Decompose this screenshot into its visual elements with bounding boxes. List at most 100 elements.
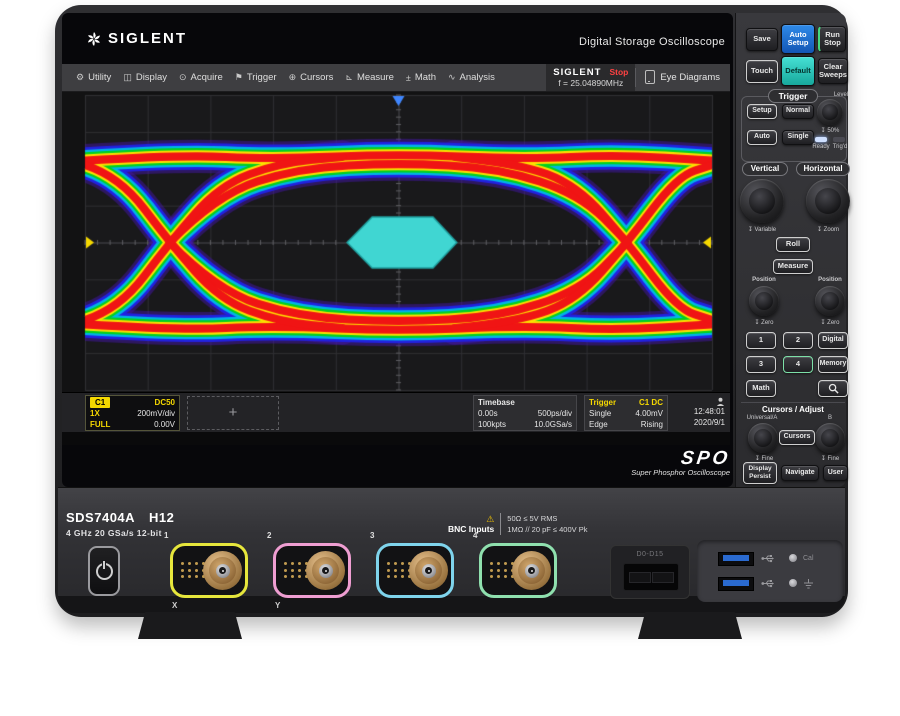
menu-bar: ⚙ Utility ◫ Display ⊙ Acquire ⚑ Trigger …: [62, 64, 730, 92]
user-button[interactable]: User: [823, 465, 848, 481]
rating-50ohm: 50Ω ≤ 5V RMS: [507, 513, 587, 524]
trigger-descriptor[interactable]: Trigger C1 DC Single 4.00mV Edge Rising: [584, 395, 668, 431]
specs-label: 4 GHz 20 GSa/s 12-bit: [66, 528, 162, 538]
trigger-auto-button[interactable]: Auto: [747, 130, 777, 145]
trigger-slope: Rising: [641, 419, 663, 430]
channel-1-button[interactable]: 1: [746, 332, 776, 349]
touchscreen[interactable]: ⚙ Utility ◫ Display ⊙ Acquire ⚑ Trigger …: [62, 64, 730, 445]
roll-button[interactable]: Roll: [776, 237, 810, 252]
cursors-icon: ⊕: [289, 72, 297, 83]
trigger-source: C1 DC: [639, 397, 663, 408]
clock[interactable]: 12:48:01 2020/9/1: [675, 395, 727, 431]
menu-item-display[interactable]: ◫ Display: [117, 64, 173, 91]
channel-1-descriptor[interactable]: C1 DC50 1X 200mV/div FULL 0.00V: [85, 395, 180, 431]
add-channel-button[interactable]: +: [187, 396, 279, 430]
navigate-button[interactable]: Navigate: [781, 465, 819, 481]
connector-slot: [629, 572, 651, 583]
menu-item-math[interactable]: ± Math: [400, 64, 442, 91]
channel-2-button[interactable]: 2: [783, 332, 813, 349]
channel-4-button[interactable]: 4: [783, 356, 813, 373]
touch-button[interactable]: Touch: [746, 60, 778, 83]
bnc-input-4: [479, 543, 557, 598]
foot-left: [138, 612, 242, 639]
trigger-normal-button[interactable]: Normal: [782, 104, 814, 119]
bnc-connector-icon: [409, 551, 448, 590]
variable-label: ↧ Variable: [740, 226, 784, 233]
cursor-a-fine-label: ↧ Fine: [746, 455, 782, 462]
cursor-a-knob[interactable]: [748, 423, 778, 453]
acquire-icon: ⊙: [179, 72, 187, 83]
horizontal-scale-knob[interactable]: [806, 179, 850, 223]
date-value: 2020/9/1: [694, 417, 725, 428]
measure-button[interactable]: Measure: [773, 259, 813, 274]
eye-diagram-plot[interactable]: [62, 92, 730, 392]
search-button[interactable]: [818, 380, 848, 397]
menu-item-acquire[interactable]: ⊙ Acquire: [173, 64, 229, 91]
math-button[interactable]: Math: [746, 380, 776, 397]
menu-label: Measure: [357, 72, 394, 83]
menu-item-measure[interactable]: ⊾ Measure: [339, 64, 400, 91]
sample-rate: 10.0GSa/s: [534, 419, 572, 430]
menu-item-trigger[interactable]: ⚑ Trigger: [229, 64, 283, 91]
vertical-zero-label: ↧ Zero: [746, 319, 782, 326]
vertical-scale-knob[interactable]: [740, 179, 784, 223]
menu-item-analysis[interactable]: ∿ Analysis: [442, 64, 501, 91]
channel-3-button[interactable]: 3: [746, 356, 776, 373]
attenuation-label: 1X: [90, 408, 100, 419]
trigger-mode: Single: [589, 408, 611, 419]
vertical-section-title: Vertical: [742, 162, 788, 176]
timebase-descriptor[interactable]: Timebase 0.00s 500ps/div 100kpts 10.0GSa…: [473, 395, 577, 431]
default-button[interactable]: Default: [781, 56, 815, 86]
analysis-icon: ∿: [448, 72, 456, 83]
channel-badge: C1: [90, 397, 110, 408]
run-state-badge: Stop: [609, 67, 628, 77]
clear-sweeps-button[interactable]: Clear Sweeps: [818, 58, 848, 84]
vertical-position-knob[interactable]: [749, 286, 779, 316]
connector-slot: [652, 572, 674, 583]
digital-connector: [623, 563, 679, 591]
cal-label: Cal: [803, 555, 814, 562]
digital-button[interactable]: Digital: [818, 332, 848, 349]
menu-item-utility[interactable]: ⚙ Utility: [70, 64, 117, 91]
cursor-b-knob[interactable]: [815, 423, 845, 453]
bnc-ratings: ⚠ BNC Inputs 50Ω ≤ 5V RMS 1MΩ // 20 pF ≤…: [448, 513, 587, 535]
user-icon: [716, 397, 725, 406]
bnc-1-number: 1: [164, 531, 168, 540]
usb-port-1: [718, 552, 754, 566]
menu-label: Display: [136, 72, 167, 83]
auto-setup-button[interactable]: Auto Setup: [781, 24, 815, 54]
menu-item-cursors[interactable]: ⊕ Cursors: [283, 64, 340, 91]
save-button[interactable]: Save: [746, 28, 778, 51]
memory-button[interactable]: Memory: [818, 356, 848, 373]
time-per-div: 500ps/div: [538, 408, 572, 419]
trigger-setup-button[interactable]: Setup: [747, 104, 777, 119]
ratings-divider: [500, 513, 501, 535]
trigger-level-knob[interactable]: [817, 99, 843, 125]
usb-io-panel: Cal: [697, 540, 843, 602]
trigger-flag-icon: ⚑: [235, 72, 243, 83]
cursors-button[interactable]: Cursors: [779, 430, 815, 445]
cursors-adjust-title: Cursors / Adjust: [741, 405, 845, 414]
brand-logo: SIGLENT: [86, 30, 187, 47]
offset-value: 0.00V: [154, 419, 175, 430]
spo-text: SPO: [679, 448, 731, 470]
menu-label: Trigger: [247, 72, 277, 83]
usb-icon: [761, 553, 774, 564]
ground-terminal: [789, 579, 797, 587]
ready-led: [815, 137, 827, 142]
horizontal-position-knob[interactable]: [815, 286, 845, 316]
usb-tongue: [723, 580, 749, 586]
menu-item-eye-diagrams[interactable]: Eye Diagrams: [635, 68, 730, 87]
display-persist-button[interactable]: Display Persist: [743, 462, 777, 484]
bnc-2-axis-label: Y: [275, 601, 280, 610]
b-knob-label: B: [812, 415, 848, 421]
menu-label: Utility: [88, 72, 111, 83]
run-stop-button[interactable]: Run Stop: [818, 26, 846, 52]
bnc-1-axis-label: X: [172, 601, 177, 610]
plus-icon: +: [229, 407, 238, 418]
trigger-fifty-percent-label: ↧ 50%: [814, 127, 846, 134]
trigd-led: [833, 137, 845, 142]
power-button[interactable]: [88, 546, 120, 596]
volts-per-div: 200mV/div: [137, 408, 175, 419]
trigger-single-button[interactable]: Single: [782, 130, 814, 145]
